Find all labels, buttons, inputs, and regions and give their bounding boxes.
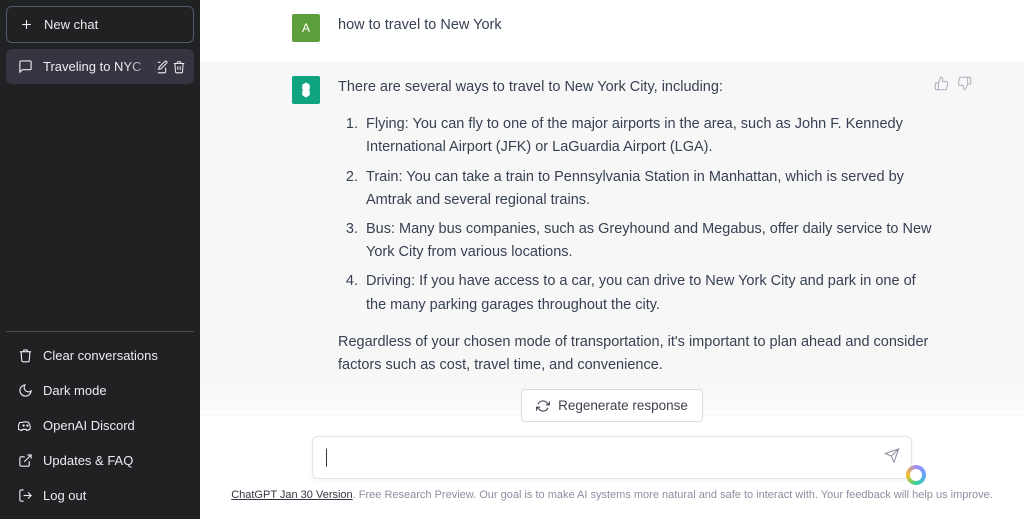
assistant-message: There are several ways to travel to New …: [200, 62, 1024, 416]
thumbs-down-icon[interactable]: [957, 76, 972, 91]
clear-label: Clear conversations: [43, 348, 158, 363]
moon-icon: [18, 383, 33, 398]
refresh-icon: [536, 399, 550, 413]
conversation-item[interactable]: Traveling to NYC Ways: [6, 49, 194, 84]
discord-label: OpenAI Discord: [43, 418, 135, 433]
list-item: Train: You can take a train to Pennsylva…: [362, 166, 932, 212]
message-input[interactable]: [312, 436, 912, 479]
assistant-avatar: [292, 76, 320, 104]
trash-icon: [18, 348, 33, 363]
main-area: A how to travel to New York There are se…: [200, 0, 1024, 519]
regenerate-button[interactable]: Regenerate response: [521, 389, 703, 422]
external-link-icon: [18, 453, 33, 468]
input-wrap: [312, 436, 912, 479]
regenerate-label: Regenerate response: [558, 398, 688, 413]
list-item: Driving: If you have access to a car, yo…: [362, 270, 932, 316]
plus-icon: [19, 17, 34, 32]
version-link[interactable]: ChatGPT Jan 30 Version: [231, 489, 352, 501]
updates-label: Updates & FAQ: [43, 453, 133, 468]
openai-icon: [297, 81, 315, 99]
dark-mode-button[interactable]: Dark mode: [6, 373, 194, 408]
new-chat-button[interactable]: New chat: [6, 6, 194, 43]
clear-conversations-button[interactable]: Clear conversations: [6, 338, 194, 373]
send-icon: [884, 447, 900, 463]
chat-icon: [18, 59, 33, 74]
logout-button[interactable]: Log out: [6, 478, 194, 513]
footnote: ChatGPT Jan 30 Version. Free Research Pr…: [231, 489, 993, 501]
edit-icon[interactable]: [154, 60, 168, 74]
logout-icon: [18, 488, 33, 503]
user-avatar: A: [292, 14, 320, 42]
discord-button[interactable]: OpenAI Discord: [6, 408, 194, 443]
feedback-buttons: [934, 76, 972, 91]
conversation-title: Traveling to NYC Ways: [43, 59, 144, 74]
list-item: Bus: Many bus companies, such as Greyhou…: [362, 218, 932, 264]
user-text: how to travel to New York: [338, 14, 932, 42]
assistant-orb-icon[interactable]: [906, 465, 926, 485]
logout-label: Log out: [43, 488, 86, 503]
assistant-text: There are several ways to travel to New …: [338, 76, 932, 391]
new-chat-label: New chat: [44, 17, 98, 32]
user-message: A how to travel to New York: [200, 0, 1024, 62]
trash-icon[interactable]: [172, 60, 186, 74]
text-caret: [326, 448, 327, 466]
list-item: Flying: You can fly to one of the major …: [362, 113, 932, 159]
updates-faq-button[interactable]: Updates & FAQ: [6, 443, 194, 478]
composer-area: Regenerate response ChatGPT Jan 30 Versi…: [200, 377, 1024, 519]
thumbs-up-icon[interactable]: [934, 76, 949, 91]
dark-label: Dark mode: [43, 383, 107, 398]
sidebar-footer: Clear conversations Dark mode OpenAI Dis…: [6, 331, 194, 513]
discord-icon: [18, 418, 33, 433]
send-button[interactable]: [884, 447, 900, 468]
sidebar: New chat Traveling to NYC Ways Clear con…: [0, 0, 200, 519]
